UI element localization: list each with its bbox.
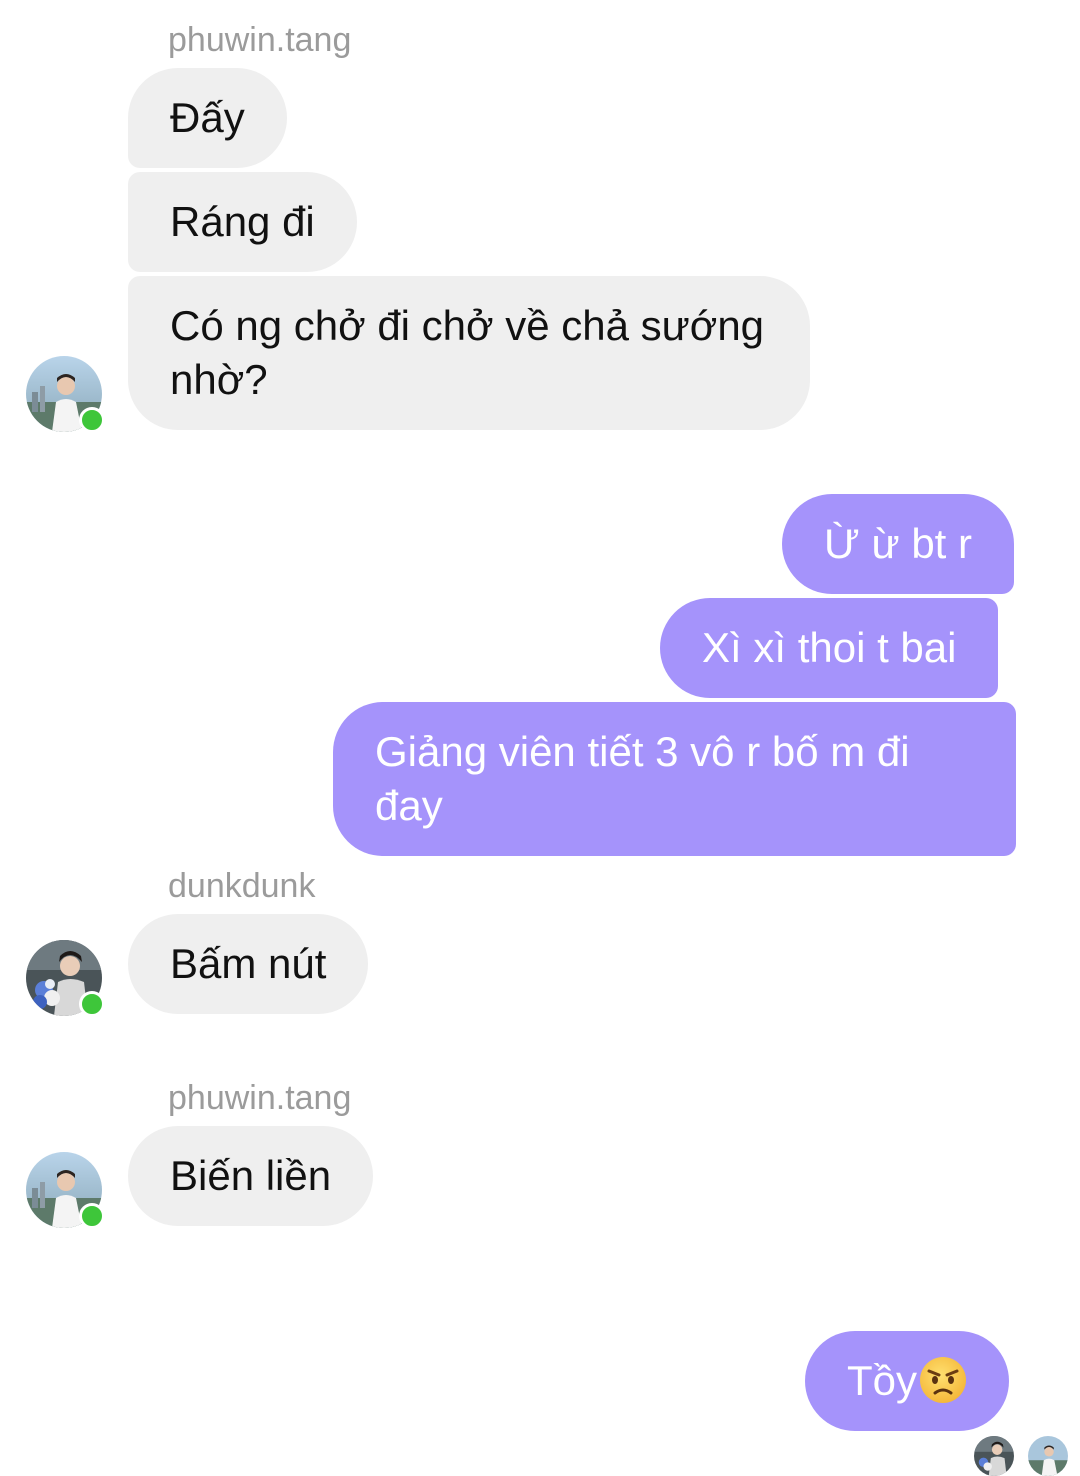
message-bubble-incoming[interactable]: Bấm nút [128, 914, 369, 1014]
message-bubble-outgoing[interactable]: Giảng viên tiết 3 vô r bố m đi đay [333, 702, 1016, 856]
message-bubble-incoming[interactable]: Có ng chở đi chở về chả sướng nhờ? [128, 276, 810, 430]
read-receipt-avatar-phuwin [1028, 1436, 1068, 1476]
message-bubble-incoming[interactable]: Đấy [128, 68, 287, 168]
message-bubble-outgoing[interactable]: Tồy [805, 1331, 1010, 1431]
read-receipt-phuwin-icon [1028, 1436, 1068, 1476]
message-bubble-outgoing[interactable]: Ừ ừ bt r [782, 494, 1015, 594]
message-text: Biến liền [170, 1152, 332, 1199]
message-text: Bấm nút [170, 940, 327, 987]
sender-name: phuwin.tang [168, 21, 352, 59]
message-text: Có ng chở đi chở về chả sướng nhờ? [170, 302, 765, 403]
message-bubble-incoming[interactable]: Ráng đi [128, 172, 357, 272]
message-text: Xì xì thoi t bai [702, 624, 957, 671]
message-bubble-outgoing[interactable]: Xì xì thoi t bai [660, 598, 999, 698]
message-text: Ừ ừ bt r [824, 520, 973, 567]
message-text: Đấy [170, 94, 245, 141]
message-text: Ráng đi [170, 198, 315, 245]
online-indicator-icon [79, 1203, 105, 1229]
read-receipt-avatar-dunkdunk [974, 1436, 1014, 1476]
message-bubble-incoming[interactable]: Biến liền [128, 1126, 374, 1226]
online-indicator-icon [79, 407, 105, 433]
angry-face-icon [919, 1356, 967, 1404]
message-text: Tồy [847, 1357, 918, 1404]
sender-name: dunkdunk [168, 867, 316, 905]
sender-name: phuwin.tang [168, 1079, 352, 1117]
read-receipt-dunkdunk-icon [974, 1436, 1014, 1476]
online-indicator-icon [79, 991, 105, 1017]
message-text: Giảng viên tiết 3 vô r bố m đi đay [375, 728, 910, 829]
